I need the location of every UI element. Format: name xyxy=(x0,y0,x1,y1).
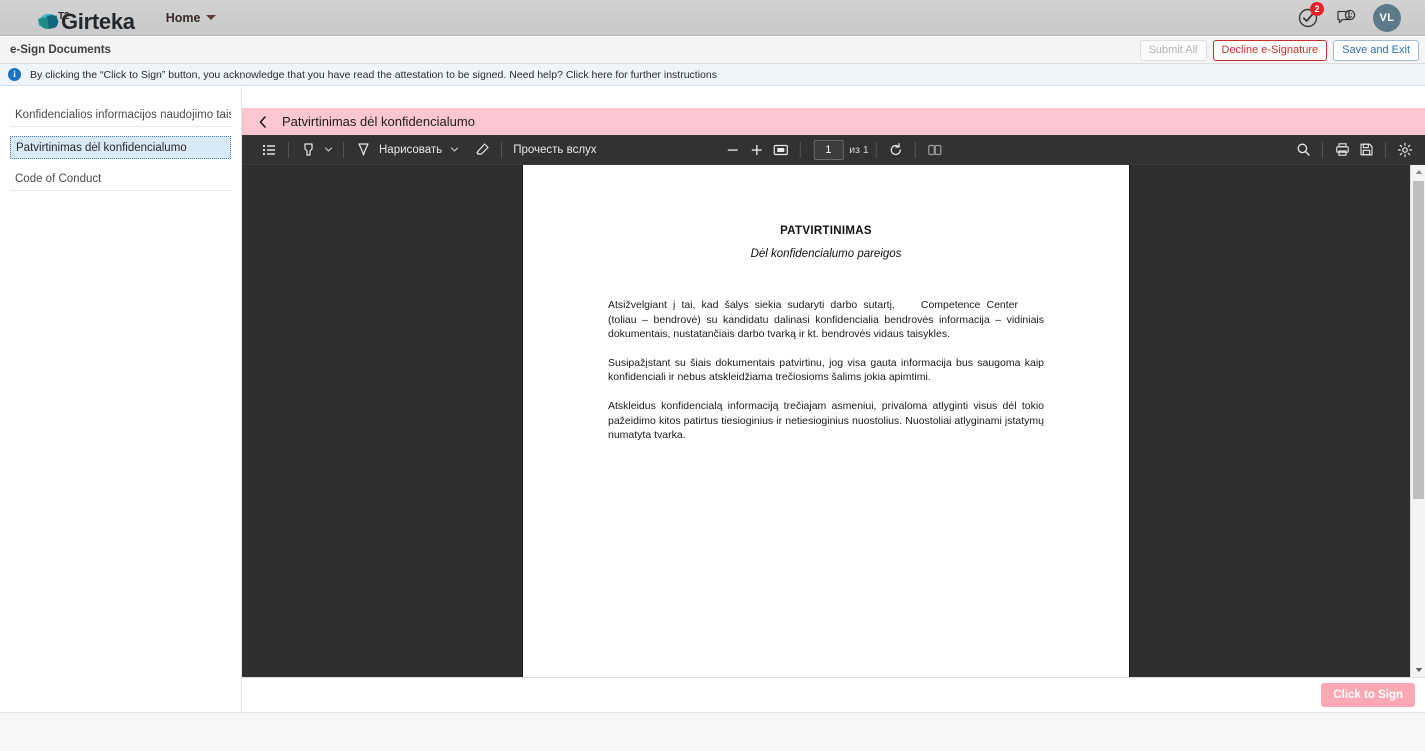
document-heading: PATVIRTINIMAS xyxy=(780,225,872,237)
scroll-down-arrow-icon[interactable] xyxy=(1411,663,1425,677)
read-aloud-label[interactable]: Прочесть вслух xyxy=(513,144,596,156)
document-company-name: Competence Center xyxy=(920,299,1019,311)
info-banner-text: By clicking the “Click to Sign” button, … xyxy=(30,68,717,81)
highlighter-icon[interactable] xyxy=(296,139,320,161)
highlighter-chevron-down-icon[interactable] xyxy=(320,139,336,161)
decline-esignature-button[interactable]: Decline e-Signature xyxy=(1212,39,1328,61)
info-banner: i By clicking the “Click to Sign” button… xyxy=(0,64,1425,86)
submit-all-button[interactable]: Submit All xyxy=(1139,39,1207,61)
brand-name: Girteka xyxy=(61,8,135,34)
bottom-strip xyxy=(0,712,1425,751)
page-total-label: из 1 xyxy=(849,143,869,156)
nav-home-dropdown[interactable]: Home xyxy=(162,7,221,29)
draw-chevron-down-icon[interactable] xyxy=(446,139,462,161)
fit-page-icon[interactable] xyxy=(768,139,792,161)
nav-home-label: Home xyxy=(165,10,201,25)
chat-smiley-icon[interactable] xyxy=(1335,7,1357,29)
zoom-out-icon[interactable] xyxy=(720,139,744,161)
pdf-page-stage[interactable]: PATVIRTINIMAS Dėl konfidencialumo pareig… xyxy=(242,165,1410,677)
page-number-input[interactable] xyxy=(813,139,844,160)
save-icon[interactable] xyxy=(1354,139,1378,161)
scrollbar-thumb[interactable] xyxy=(1413,181,1424,499)
document-paragraph-3: Atskleidus konfidencialą informaciją tre… xyxy=(608,399,1044,442)
save-and-exit-button[interactable]: Save and Exit xyxy=(1333,39,1419,61)
chevron-left-icon[interactable] xyxy=(256,115,270,129)
pdf-vertical-scrollbar[interactable] xyxy=(1410,165,1425,677)
esign-app: T2 Girteka Home 2 VL e-Sign Documents Su… xyxy=(0,0,1425,751)
pdf-viewer: Нарисовать Прочесть вслух 1 из 1 PATVIRT… xyxy=(242,135,1425,677)
document-body: Atsižvelgiant į tai, kad šalys siekia su… xyxy=(608,298,1044,443)
esign-action-buttons: Submit All Decline e-Signature Save and … xyxy=(1139,39,1419,61)
pdf-toolbar: Нарисовать Прочесть вслух 1 из 1 xyxy=(242,135,1425,165)
document-paragraph-1-part-2: (toliau – bendrovė) su kandidatu dalinas… xyxy=(608,313,1044,341)
sidebar-item-document-2[interactable]: Patvirtinimas dėl konfidencialumo xyxy=(10,136,231,159)
document-title-bar: Patvirtinimas dėl konfidencialumo xyxy=(242,108,1425,135)
rotate-icon[interactable] xyxy=(884,139,908,161)
sidebar-item-document-3[interactable]: Code of Conduct xyxy=(10,168,231,191)
page-title: e-Sign Documents xyxy=(10,44,111,56)
check-circle-icon[interactable]: 2 xyxy=(1297,1,1324,29)
zoom-in-icon[interactable] xyxy=(744,139,768,161)
table-of-contents-icon[interactable] xyxy=(257,139,281,161)
print-icon[interactable] xyxy=(1330,139,1354,161)
sidebar-item-document-1[interactable]: Konfidencialios informacijos naudojimo t… xyxy=(10,104,231,127)
document-paragraph-1-part-1: Atsižvelgiant į tai, kad šalys siekia su… xyxy=(608,299,895,311)
girteka-leaf-logo-icon: T2 xyxy=(37,10,69,32)
document-title: Patvirtinimas dėl konfidencialumo xyxy=(282,114,475,129)
document-list-sidebar: Konfidencialios informacijos naudojimo t… xyxy=(0,87,242,712)
document-paragraph-1: Atsižvelgiant į tai, kad šalys siekia su… xyxy=(608,298,1044,342)
eraser-icon[interactable] xyxy=(470,139,494,161)
brand-superscript: T2 xyxy=(58,10,70,22)
notification-badge: 2 xyxy=(1310,1,1324,16)
pdf-page-controls: из 1 xyxy=(720,139,946,161)
sign-action-bar: Click to Sign xyxy=(242,677,1425,712)
click-to-sign-button[interactable]: Click to Sign xyxy=(1321,683,1415,707)
esign-header-bar: e-Sign Documents Submit All Decline e-Si… xyxy=(0,37,1425,64)
pdf-page-1: PATVIRTINIMAS Dėl konfidencialumo pareig… xyxy=(523,165,1129,677)
pen-icon[interactable] xyxy=(351,139,375,161)
page-layout-icon[interactable] xyxy=(923,139,947,161)
search-icon[interactable] xyxy=(1291,139,1315,161)
document-subheading: Dėl konfidencialumo pareigos xyxy=(750,248,902,260)
pdf-toolbar-right-group xyxy=(1291,139,1417,161)
brand-logo[interactable]: T2 Girteka xyxy=(37,0,135,36)
draw-label[interactable]: Нарисовать xyxy=(379,144,442,156)
scroll-up-arrow-icon[interactable] xyxy=(1411,165,1425,179)
top-nav-right-group: 2 VL xyxy=(1297,1,1401,32)
info-icon: i xyxy=(8,68,21,81)
chevron-down-icon xyxy=(206,15,217,20)
gear-icon[interactable] xyxy=(1393,139,1417,161)
top-navigation-bar: T2 Girteka Home 2 VL xyxy=(0,0,1425,36)
document-paragraph-2: Susipažįstant su šiais dokumentais patvi… xyxy=(608,356,1044,384)
user-avatar[interactable]: VL xyxy=(1373,3,1401,32)
